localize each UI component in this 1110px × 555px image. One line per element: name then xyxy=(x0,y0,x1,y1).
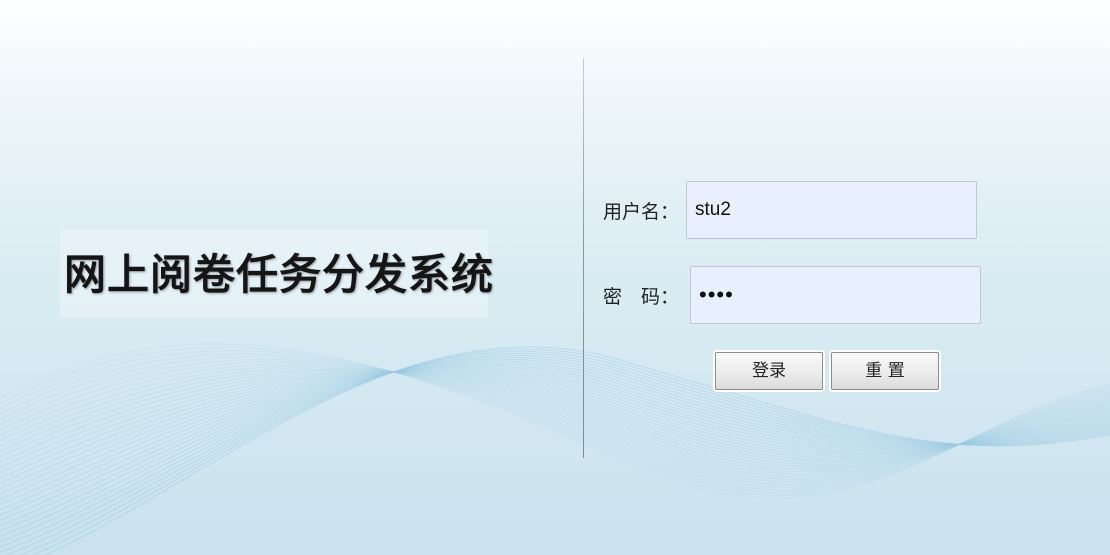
login-button[interactable]: 登录 xyxy=(715,352,823,390)
reset-button[interactable]: 重 置 xyxy=(831,352,939,390)
username-input[interactable] xyxy=(686,181,977,239)
password-label: 密 码： xyxy=(603,286,680,308)
wave-line xyxy=(44,346,1110,555)
wave-line xyxy=(0,361,1110,483)
wave-line xyxy=(0,365,1110,521)
wave-line xyxy=(0,354,1110,553)
password-input[interactable] xyxy=(690,266,981,324)
wave-line xyxy=(0,370,1110,495)
wave-line xyxy=(18,350,1110,555)
wave-line xyxy=(0,371,1110,469)
wave-line xyxy=(0,370,1110,490)
wave-line xyxy=(0,363,1110,527)
wave-line xyxy=(0,365,1110,478)
wave-line xyxy=(0,370,1110,468)
wave-line xyxy=(0,369,1110,470)
wave-line xyxy=(0,367,1110,475)
username-label: 用户名： xyxy=(603,201,680,223)
wave-line xyxy=(0,350,1110,493)
wave-line xyxy=(0,356,1110,548)
wave-line xyxy=(0,358,1110,485)
wave-line xyxy=(0,360,1110,537)
wave-line xyxy=(0,353,1110,491)
wave-line xyxy=(0,343,1110,499)
wave-line xyxy=(0,368,1110,473)
wave-line xyxy=(0,363,1110,480)
wave-line xyxy=(5,352,1110,555)
wave-line xyxy=(0,366,1110,516)
wave-line xyxy=(0,369,1110,500)
wave-line xyxy=(0,368,1110,506)
wave-line xyxy=(0,362,1110,532)
wave-line xyxy=(0,371,1110,484)
wave-line xyxy=(31,348,1110,555)
wave-line xyxy=(0,358,1110,543)
wave-line xyxy=(0,371,1110,474)
vertical-divider xyxy=(583,58,584,458)
system-title: 网上阅卷任务分发系统 xyxy=(64,250,495,299)
wave-line xyxy=(0,346,1110,496)
wave-line xyxy=(0,356,1110,488)
wave-line xyxy=(0,367,1110,511)
wave-line xyxy=(0,371,1110,479)
